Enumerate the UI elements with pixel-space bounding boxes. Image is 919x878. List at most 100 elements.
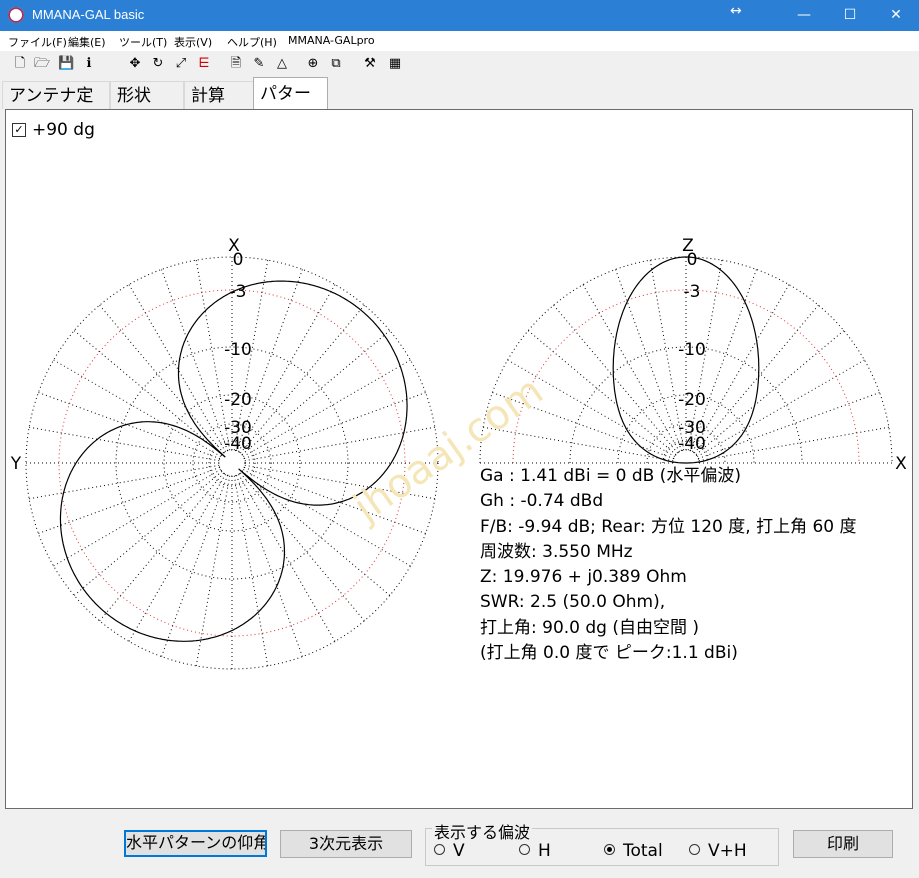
radio-v-plus-h[interactable]: V+H bbox=[689, 841, 747, 861]
tab-antenna-definition[interactable]: アンテナ定義 bbox=[2, 81, 110, 134]
bottom-controls: 水平パターンの仰角 3次元表示 表示する偏波 V H Total V+H 印刷 bbox=[0, 812, 919, 878]
menu-view[interactable]: 表示(V) bbox=[174, 34, 212, 50]
grid-spoke bbox=[128, 474, 226, 642]
menu-help[interactable]: ヘルプ(H) bbox=[227, 34, 277, 50]
grid-spoke bbox=[243, 359, 411, 457]
grid-spoke bbox=[29, 464, 220, 500]
info-impedance: Z: 19.976 + j0.389 Ohm bbox=[480, 567, 687, 588]
v-ring-label: -10 bbox=[678, 340, 706, 360]
document-icon[interactable]: 🗎 bbox=[228, 56, 244, 72]
menu-mmana-galpro[interactable]: MMANA-GALpro bbox=[288, 34, 375, 47]
radio-total-label: Total bbox=[623, 841, 663, 861]
move-icon[interactable]: ✥ bbox=[127, 56, 143, 72]
print-button[interactable]: 印刷 bbox=[793, 830, 893, 858]
grid-spoke bbox=[695, 330, 845, 456]
info-peak: (打上角 0.0 度で ピーク:1.1 dBi) bbox=[480, 643, 738, 664]
radio-vh-label: V+H bbox=[708, 841, 747, 861]
window-title: MMANA-GAL basic bbox=[32, 7, 145, 22]
grid-spoke bbox=[53, 469, 221, 567]
radio-v-label: V bbox=[453, 841, 465, 861]
grid-spoke bbox=[38, 466, 220, 534]
radio-h[interactable]: H bbox=[519, 841, 551, 861]
grid-spoke bbox=[553, 304, 679, 454]
grid-spoke bbox=[99, 472, 225, 622]
radio-h-dot bbox=[519, 844, 530, 855]
open-folder-icon[interactable]: 🗁 bbox=[34, 56, 50, 72]
info-fb: F/B: -9.94 dB; Rear: 方位 120 度, 打上角 60 度 bbox=[480, 516, 857, 537]
h-ring-label: -40 bbox=[224, 434, 252, 454]
radio-v-dot bbox=[434, 844, 445, 855]
minimize-button[interactable]: — bbox=[781, 0, 827, 31]
new-file-icon[interactable]: 🗋 bbox=[12, 56, 28, 72]
v-ring-label: -40 bbox=[678, 434, 706, 454]
pattern-plots: jhoaaj.com 0-3-10-20-30-40XY 0-3-10-20-3… bbox=[10, 236, 907, 670]
grid-spoke bbox=[38, 392, 220, 460]
info-icon[interactable]: ℹ bbox=[81, 56, 97, 72]
checkbox-label: +90 dg bbox=[32, 120, 95, 140]
radio-vh-dot bbox=[689, 844, 700, 855]
tab-geometry[interactable]: 形状 bbox=[110, 81, 184, 109]
horizontal-pattern-plot bbox=[25, 256, 439, 670]
triangle-icon[interactable]: △ bbox=[274, 56, 290, 72]
save-icon[interactable]: 💾 bbox=[58, 56, 74, 72]
grid-spoke bbox=[99, 304, 225, 454]
h-ring-label: -20 bbox=[224, 390, 252, 410]
grid-spoke bbox=[73, 330, 223, 456]
menu-file[interactable]: ファイル(F) bbox=[8, 34, 67, 50]
grid-spoke bbox=[698, 392, 880, 460]
radio-total-dot bbox=[604, 844, 615, 855]
v-ring-label: -3 bbox=[684, 282, 701, 302]
3d-view-button[interactable]: 3次元表示 bbox=[280, 830, 412, 858]
rotate-icon[interactable]: ↻ bbox=[150, 56, 166, 72]
draw-icon[interactable]: ✎ bbox=[251, 56, 267, 72]
grid-spoke bbox=[233, 475, 269, 666]
grid-spoke bbox=[527, 330, 677, 456]
grid-ring bbox=[163, 394, 301, 532]
h-axis-left-label: Y bbox=[10, 454, 22, 474]
tab-calculate[interactable]: 計算 bbox=[184, 81, 254, 109]
menu-edit[interactable]: 編集(E) bbox=[68, 34, 106, 50]
app-icon[interactable] bbox=[8, 7, 24, 23]
radio-v[interactable]: V bbox=[434, 841, 465, 861]
h-ring-label: -3 bbox=[230, 282, 247, 302]
grid-spoke bbox=[698, 426, 889, 462]
resize-icon[interactable]: ⤢ bbox=[173, 56, 189, 72]
calculator-icon[interactable]: ▦ bbox=[387, 56, 403, 72]
close-button[interactable]: ✕ bbox=[873, 0, 919, 31]
info-frequency: 周波数: 3.550 MHz bbox=[480, 541, 633, 562]
radio-total[interactable]: Total bbox=[604, 841, 663, 861]
grid-spoke bbox=[697, 359, 865, 457]
h-axis-top-label: X bbox=[228, 236, 240, 256]
tab-bar: アンテナ定義 形状 計算 パターン bbox=[0, 77, 919, 136]
copy-icon[interactable]: ⧉ bbox=[328, 56, 344, 72]
elevation-angle-button[interactable]: 水平パターンの仰角 bbox=[124, 830, 267, 857]
grid-spoke bbox=[238, 284, 336, 452]
toolbar: 🗋 🗁 💾 ℹ ✥ ↻ ⤢ ⋿ 🗎 ✎ △ ⊕ ⧉ ⚒ ▦ bbox=[0, 51, 919, 77]
plus90-checkbox[interactable]: ✓ +90 dg bbox=[12, 120, 95, 140]
grid-spoke bbox=[53, 359, 221, 457]
info-elevation: 打上角: 90.0 dg (自由空間 ) bbox=[480, 617, 700, 638]
menu-tools[interactable]: ツール(T) bbox=[119, 34, 167, 50]
grid-spoke bbox=[693, 304, 819, 454]
h-ring-label: -10 bbox=[224, 340, 252, 360]
tools-icon[interactable]: ⚒ bbox=[362, 56, 378, 72]
polarization-group-label: 表示する偏波 bbox=[432, 819, 533, 843]
wire-icon[interactable]: ⋿ bbox=[196, 56, 212, 72]
grid-spoke bbox=[615, 269, 683, 451]
info-gh: Gh : -0.74 dBd bbox=[480, 491, 604, 512]
maximize-button[interactable]: ☐ bbox=[827, 0, 873, 31]
v-axis-top-label: Z bbox=[682, 236, 694, 256]
target-icon[interactable]: ⊕ bbox=[305, 56, 321, 72]
pattern-info: Ga : 1.41 dBi = 0 dB (水平偏波) Gh : -0.74 d… bbox=[480, 464, 857, 666]
title-bar: MMANA-GAL basic ↔ — ☐ ✕ bbox=[0, 0, 919, 31]
grid-spoke bbox=[161, 475, 229, 657]
grid-spoke bbox=[241, 330, 391, 456]
horizontal-pattern-line bbox=[59, 280, 408, 642]
tab-pattern[interactable]: パターン bbox=[253, 77, 328, 136]
grid-spoke bbox=[582, 284, 680, 452]
polarization-group: 表示する偏波 V H Total V+H bbox=[425, 819, 779, 866]
menu-bar: ファイル(F) 編集(E) ツール(T) 表示(V) ヘルプ(H) MMANA-… bbox=[0, 31, 919, 51]
grid-spoke bbox=[239, 304, 365, 454]
info-swr: SWR: 2.5 (50.0 Ohm), bbox=[480, 592, 666, 613]
grid-spoke bbox=[692, 284, 790, 452]
